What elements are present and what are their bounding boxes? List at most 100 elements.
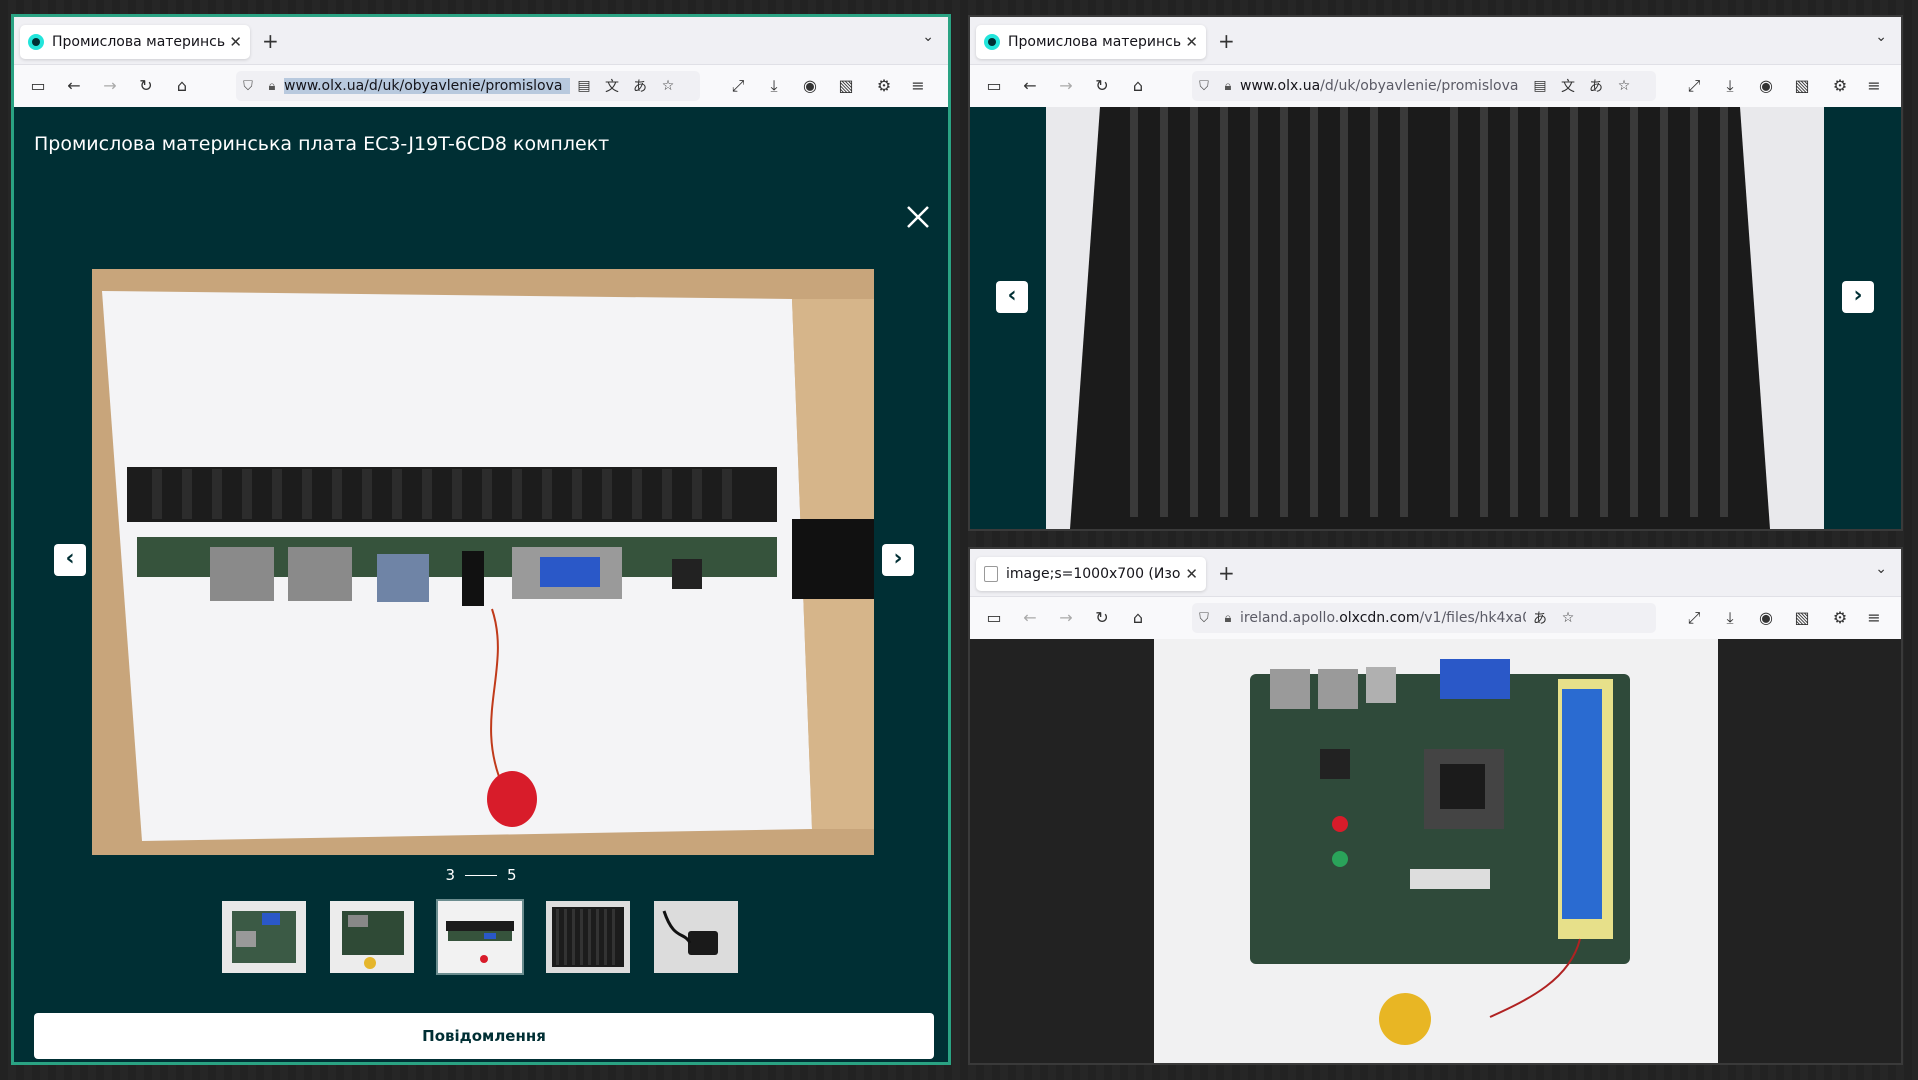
reload-icon[interactable]: ↻ <box>1090 74 1114 98</box>
next-photo-button[interactable]: › <box>1842 281 1874 313</box>
thumbnail-4[interactable] <box>544 899 632 975</box>
main-photo <box>92 269 874 855</box>
translate-extension-icon[interactable]: ▧ <box>1790 606 1814 630</box>
lock-icon[interactable]: 🔒︎ <box>260 79 284 94</box>
nav-bar: ▭ ← → ↻ ⌂ ⛉ 🔒︎ ireland.apollo.olxcdn.com… <box>970 597 1901 640</box>
menu-icon[interactable]: ≡ <box>906 74 930 98</box>
image-file-icon <box>984 566 998 582</box>
shield-icon[interactable]: ⛉ <box>236 79 260 94</box>
bookmark-star-icon[interactable]: ☆ <box>654 78 682 94</box>
url-bar[interactable]: ⛉ 🔒︎ www.olx.ua/d/uk/obyavlenie/promislo… <box>1192 71 1656 101</box>
heatsink-photo-view: ‹ › <box>970 107 1901 529</box>
tab-olx-listing[interactable]: Промислова материнська плата ✕ <box>20 25 250 59</box>
translate-icon[interactable]: 文 <box>598 76 626 96</box>
settings-icon[interactable]: ⚙ <box>1828 74 1852 98</box>
account-icon[interactable]: ◉ <box>1754 606 1778 630</box>
image-viewer <box>970 639 1901 1063</box>
url-text[interactable]: www.olx.ua/d/uk/obyavlenie/promislova <box>1240 78 1526 94</box>
olx-gallery-page: Промислова материнська плата EC3-J19T-6C… <box>14 107 948 1062</box>
tab-bar: Промислова материнська плата ✕ + ⌄ <box>14 17 948 65</box>
forward-icon[interactable]: → <box>1054 606 1078 630</box>
browser-window-olx-listing: Промислова материнська плата ✕ + ⌄ ▭ ← →… <box>14 17 948 1062</box>
translate-icon[interactable]: 文 <box>1554 76 1582 96</box>
close-icon[interactable] <box>904 203 932 231</box>
tab-list-icon[interactable]: ⌄ <box>1875 29 1887 45</box>
heatsink-photo <box>1046 107 1824 529</box>
translate-icon[interactable]: あ <box>626 76 654 96</box>
tab-close-icon[interactable]: ✕ <box>229 33 242 51</box>
new-tab-icon[interactable]: + <box>1218 561 1235 585</box>
bookmark-star-icon[interactable]: ☆ <box>1554 610 1582 626</box>
counter-total: 5 <box>507 866 517 884</box>
reader-icon[interactable]: ▤ <box>1526 78 1554 94</box>
menu-icon[interactable]: ≡ <box>1862 606 1886 630</box>
back-icon[interactable]: ← <box>62 74 86 98</box>
back-icon[interactable]: ← <box>1018 606 1042 630</box>
sidebar-icon[interactable]: ▭ <box>982 606 1006 630</box>
prev-photo-button[interactable]: ‹ <box>54 544 86 576</box>
thumbnail-2[interactable] <box>328 899 416 975</box>
download-icon[interactable]: ⤓ <box>1718 606 1742 630</box>
new-tab-icon[interactable]: + <box>262 29 279 53</box>
tab-list-icon[interactable]: ⌄ <box>1875 561 1887 577</box>
photo-counter: 35 <box>14 866 948 884</box>
settings-icon[interactable]: ⚙ <box>1828 606 1852 630</box>
listing-title: Промислова материнська плата EC3-J19T-6C… <box>34 133 610 155</box>
olx-favicon-icon <box>984 34 1000 50</box>
extensions-icon[interactable]: ⤢ <box>1682 606 1706 630</box>
browser-window-image-view: image;s=1000x700 (Изображение ✕ + ⌄ ▭ ← … <box>970 549 1901 1063</box>
back-icon[interactable]: ← <box>1018 74 1042 98</box>
translate-extension-icon[interactable]: ▧ <box>1790 74 1814 98</box>
extensions-icon[interactable]: ⤢ <box>1682 74 1706 98</box>
chevron-left-icon: ‹ <box>65 546 75 571</box>
reader-icon[interactable]: ▤ <box>570 78 598 94</box>
translate-icon[interactable]: あ <box>1526 608 1554 628</box>
tab-image[interactable]: image;s=1000x700 (Изображение ✕ <box>976 557 1206 591</box>
extensions-icon[interactable]: ⤢ <box>726 74 750 98</box>
shield-icon[interactable]: ⛉ <box>1192 79 1216 94</box>
url-bar[interactable]: ⛉ 🔒︎ www.olx.ua/d/uk/obyavlenie/promislo… <box>236 71 700 101</box>
tab-bar: image;s=1000x700 (Изображение ✕ + ⌄ <box>970 549 1901 597</box>
tab-olx-listing[interactable]: Промислова материнська плата ✕ <box>976 25 1206 59</box>
settings-icon[interactable]: ⚙ <box>872 74 896 98</box>
sidebar-icon[interactable]: ▭ <box>982 74 1006 98</box>
sidebar-icon[interactable]: ▭ <box>26 74 50 98</box>
tab-list-icon[interactable]: ⌄ <box>922 29 934 45</box>
counter-current: 3 <box>445 866 455 884</box>
tab-close-icon[interactable]: ✕ <box>1185 565 1198 583</box>
lock-icon[interactable]: 🔒︎ <box>1216 79 1240 94</box>
url-text[interactable]: ireland.apollo.olxcdn.com/v1/files/hk4xa… <box>1240 610 1526 626</box>
chevron-right-icon: › <box>1853 283 1863 308</box>
url-text[interactable]: www.olx.ua/d/uk/obyavlenie/promislova <box>284 78 570 94</box>
reload-icon[interactable]: ↻ <box>134 74 158 98</box>
download-icon[interactable]: ⤓ <box>762 74 786 98</box>
account-icon[interactable]: ◉ <box>798 74 822 98</box>
account-icon[interactable]: ◉ <box>1754 74 1778 98</box>
shield-icon[interactable]: ⛉ <box>1192 611 1216 626</box>
menu-icon[interactable]: ≡ <box>1862 74 1886 98</box>
home-icon[interactable]: ⌂ <box>1126 606 1150 630</box>
tab-title: Промислова материнська плата <box>52 34 226 50</box>
message-button[interactable]: Повідомлення <box>34 1013 934 1059</box>
translate-icon[interactable]: あ <box>1582 76 1610 96</box>
home-icon[interactable]: ⌂ <box>1126 74 1150 98</box>
tab-title: Промислова материнська плата <box>1008 34 1182 50</box>
new-tab-icon[interactable]: + <box>1218 29 1235 53</box>
forward-icon[interactable]: → <box>98 74 122 98</box>
reload-icon[interactable]: ↻ <box>1090 606 1114 630</box>
bookmark-star-icon[interactable]: ☆ <box>1610 78 1638 94</box>
thumbnail-5[interactable] <box>652 899 740 975</box>
prev-photo-button[interactable]: ‹ <box>996 281 1028 313</box>
tab-close-icon[interactable]: ✕ <box>1185 33 1198 51</box>
next-photo-button[interactable]: › <box>882 544 914 576</box>
home-icon[interactable]: ⌂ <box>170 74 194 98</box>
download-icon[interactable]: ⤓ <box>1718 74 1742 98</box>
url-bar[interactable]: ⛉ 🔒︎ ireland.apollo.olxcdn.com/v1/files/… <box>1192 603 1656 633</box>
thumbnail-1[interactable] <box>220 899 308 975</box>
motherboard-photo <box>1154 639 1718 1063</box>
forward-icon[interactable]: → <box>1054 74 1078 98</box>
lock-icon[interactable]: 🔒︎ <box>1216 611 1240 626</box>
olx-favicon-icon <box>28 34 44 50</box>
thumbnail-3[interactable] <box>436 899 524 975</box>
translate-extension-icon[interactable]: ▧ <box>834 74 858 98</box>
